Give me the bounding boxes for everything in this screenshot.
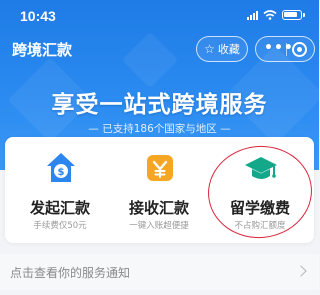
battery-cap bbox=[303, 13, 305, 17]
battery-icon bbox=[282, 10, 302, 20]
close-miniapp-icon[interactable] bbox=[292, 42, 307, 57]
service-title: 接收汇款 bbox=[128, 199, 189, 217]
hero-slogan: 享受一站式跨境服务 bbox=[51, 92, 268, 118]
favorite-button[interactable]: ☆ 收藏 bbox=[196, 36, 248, 62]
yen-download-icon bbox=[147, 155, 173, 181]
star-icon: ☆ bbox=[204, 42, 215, 56]
miniapp-capsule: ••• bbox=[255, 36, 315, 62]
dollar-shield-icon: $ bbox=[47, 153, 75, 182]
svg-text:$: $ bbox=[58, 167, 65, 178]
service-send-remittance[interactable]: $ 发起汇款 手续费仅50元 bbox=[10, 137, 110, 243]
status-icons bbox=[247, 10, 305, 20]
nav-bar: 跨境汇款 ☆ 收藏 ••• bbox=[0, 36, 319, 64]
service-notice-bar[interactable]: 点击查看你的服务通知 bbox=[0, 254, 319, 290]
status-bar: 10:43 bbox=[0, 0, 319, 30]
wifi-icon bbox=[263, 10, 277, 20]
service-subtitle: 一键入账超便捷 bbox=[129, 221, 189, 231]
notice-text: 点击查看你的服务通知 bbox=[10, 266, 131, 280]
hero-support-text: — 已支持186个国家与地区 — bbox=[88, 123, 231, 135]
chevron-right-icon bbox=[295, 265, 307, 277]
page-title: 跨境汇款 bbox=[12, 41, 73, 59]
capsule-divider bbox=[286, 43, 287, 56]
service-title: 发起汇款 bbox=[29, 199, 90, 217]
service-subtitle: 手续费仅50元 bbox=[33, 221, 87, 231]
favorite-label: 收藏 bbox=[217, 43, 240, 56]
signal-icon bbox=[247, 10, 258, 20]
status-time: 10:43 bbox=[20, 8, 56, 24]
service-receive-remittance[interactable]: 接收汇款 一键入账超便捷 bbox=[109, 137, 209, 243]
more-button[interactable]: ••• bbox=[264, 40, 294, 56]
